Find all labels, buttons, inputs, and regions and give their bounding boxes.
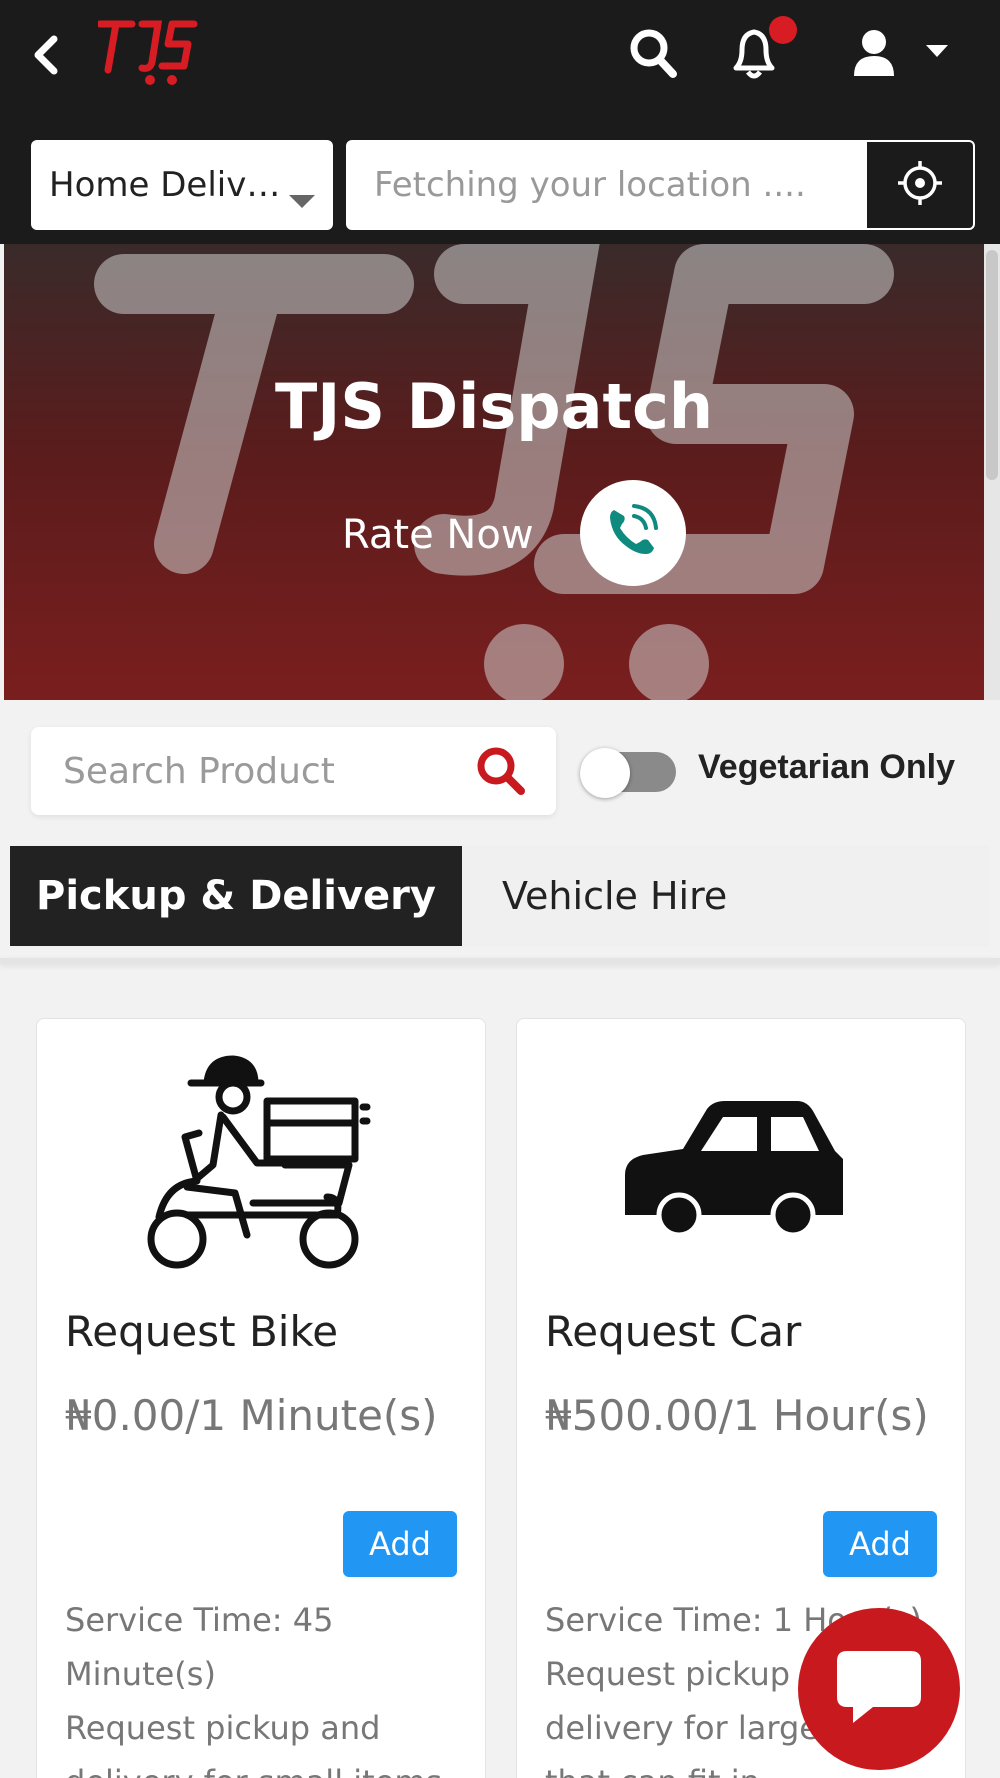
location-field (346, 140, 975, 230)
search-icon[interactable] (628, 26, 678, 82)
product-title: Request Bike (65, 1307, 339, 1356)
search-icon[interactable] (475, 745, 527, 797)
notification-dot (769, 16, 797, 44)
product-desc-text: Request pickup and delivery for small it… (65, 1709, 442, 1778)
banner-logo-watermark (94, 244, 894, 700)
crosshair-icon (896, 159, 944, 211)
delivery-mode-label: Home Delive... (49, 165, 289, 205)
product-search-input[interactable] (31, 727, 451, 815)
product-price: ₦0.00/1 Minute(s) (65, 1391, 438, 1440)
delivery-mode-select[interactable]: Home Delive... (31, 140, 333, 230)
location-input[interactable] (348, 142, 868, 228)
product-card-bike[interactable]: Request Bike ₦0.00/1 Minute(s) Add Servi… (36, 1018, 486, 1778)
tabs-divider (0, 958, 1000, 964)
store-title: TJS Dispatch (275, 370, 713, 443)
call-button[interactable] (580, 480, 686, 586)
add-button[interactable]: Add (343, 1511, 457, 1577)
tab-vehicle-hire[interactable]: Vehicle Hire (462, 846, 762, 946)
product-title: Request Car (545, 1307, 802, 1356)
back-icon[interactable] (26, 30, 66, 80)
tab-pickup-delivery[interactable]: Pickup & Delivery (10, 846, 462, 946)
chat-bubble-icon (833, 1647, 925, 1731)
product-description: Service Time: 45 Minute(s) Request picku… (65, 1593, 465, 1778)
page-scrollbar-thumb[interactable] (986, 250, 998, 480)
tjs-logo[interactable] (96, 18, 200, 86)
vegetarian-label: Vegetarian Only (698, 748, 955, 786)
locate-me-button[interactable] (867, 142, 973, 228)
service-time: Service Time: 45 Minute(s) (65, 1601, 334, 1693)
vegetarian-toggle-knob[interactable] (580, 748, 630, 798)
product-search (31, 727, 556, 815)
caret-down-icon[interactable] (926, 44, 948, 58)
car-icon (607, 1047, 877, 1277)
store-banner: TJS Dispatch Rate Now (4, 244, 984, 700)
dropdown-caret-icon (289, 178, 315, 208)
scooter-delivery-icon (127, 1047, 397, 1277)
add-button[interactable]: Add (823, 1511, 937, 1577)
user-icon[interactable] (850, 28, 898, 78)
phone-icon (604, 502, 662, 564)
chat-button[interactable] (798, 1608, 960, 1770)
product-price: ₦500.00/1 Hour(s) (545, 1391, 929, 1440)
rate-now-link[interactable]: Rate Now (342, 512, 534, 558)
